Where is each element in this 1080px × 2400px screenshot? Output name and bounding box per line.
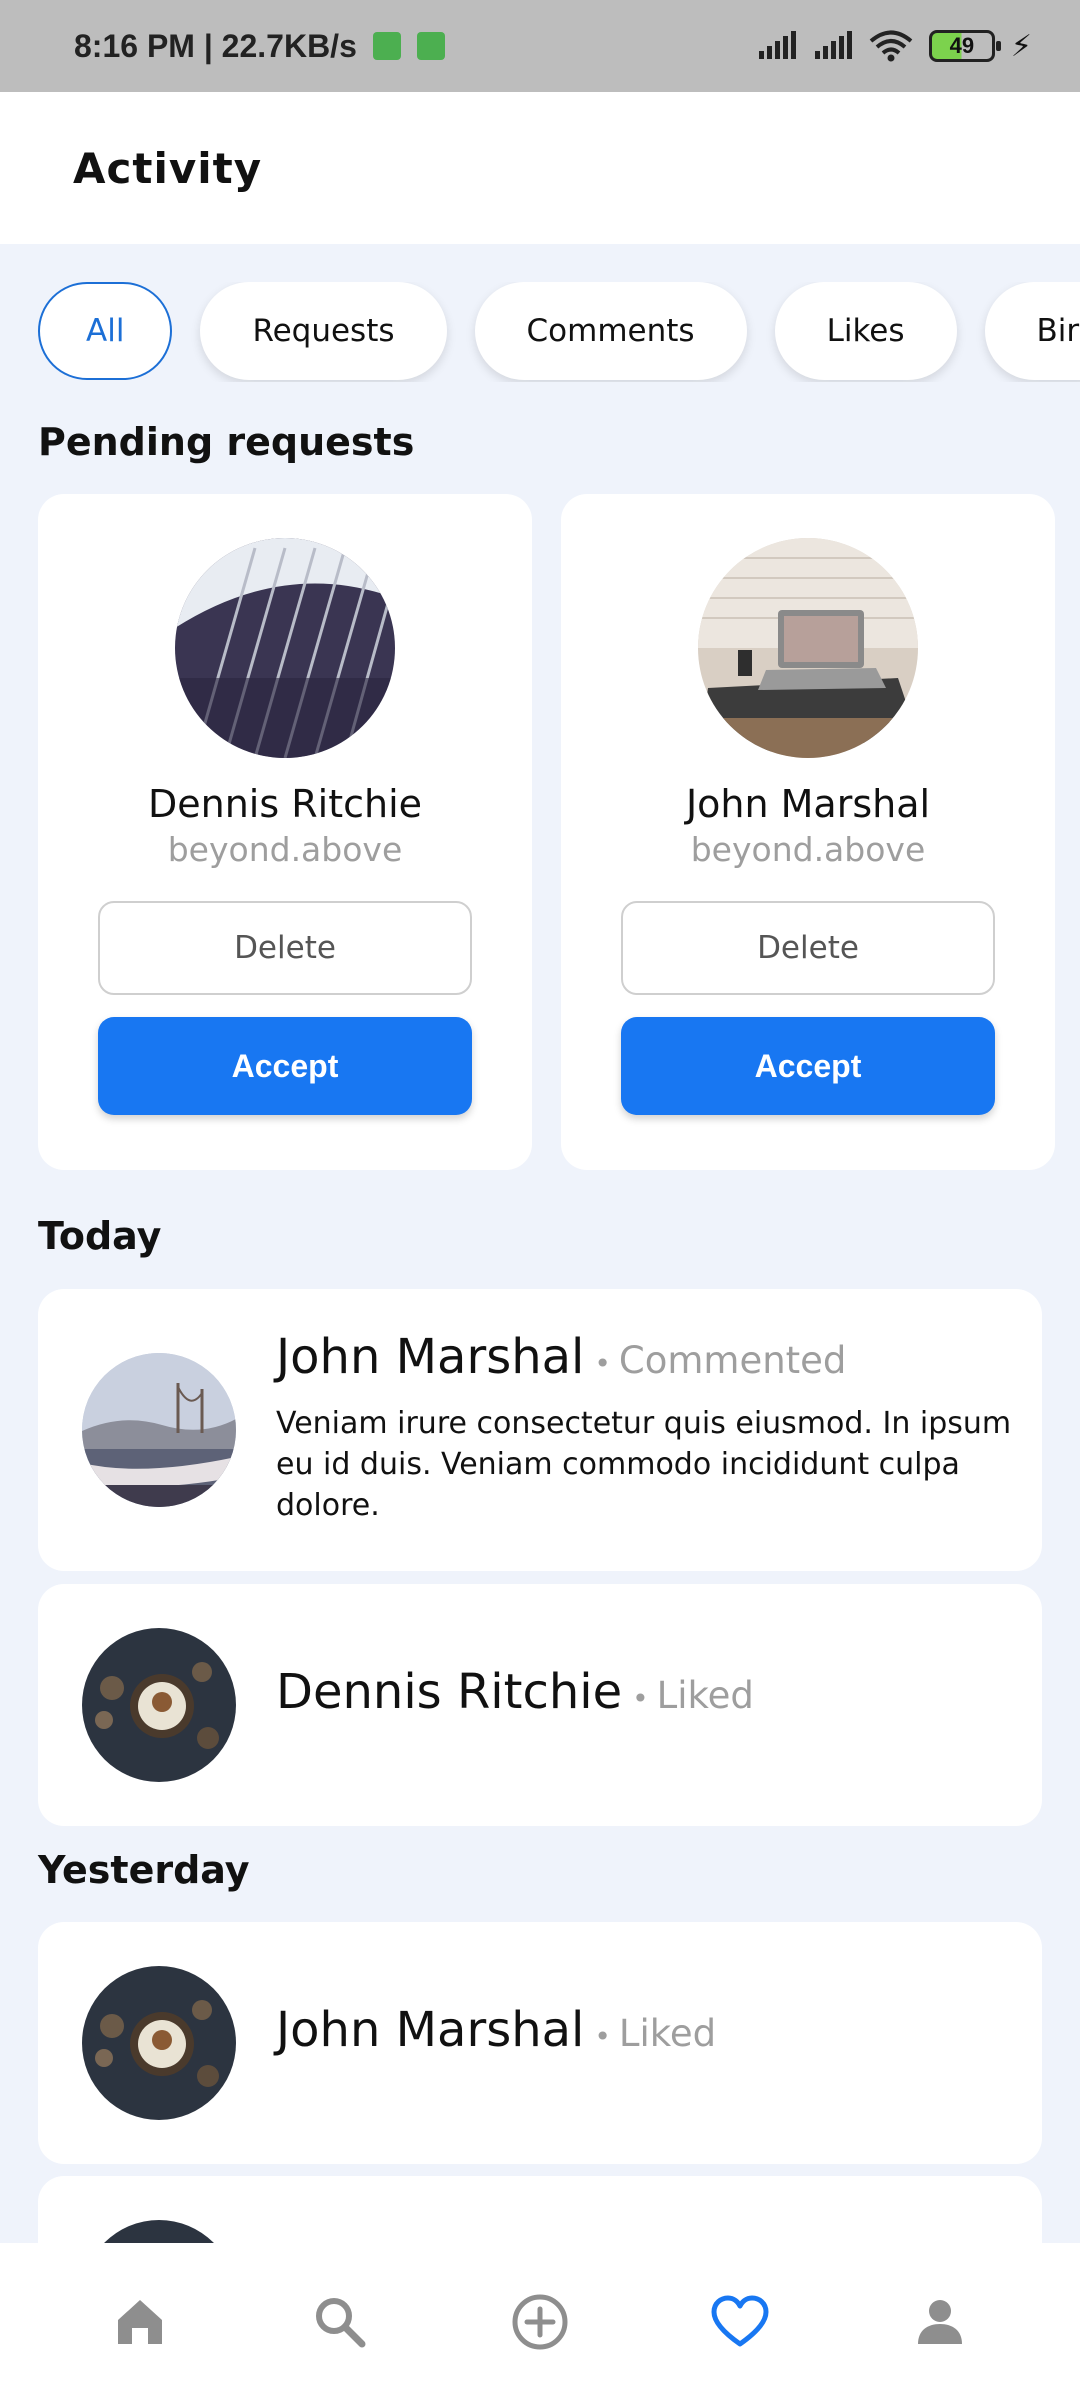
activity-user-name: Dennis Ritchie [276,1664,623,1720]
request-handle: beyond.above [167,830,403,869]
battery-icon: 49 [928,30,1001,62]
activity-item[interactable]: John Marshal • Commented Veniam irure co… [38,1289,1042,1571]
search-icon [316,2297,366,2347]
delete-button[interactable]: Delete [621,901,995,995]
signal-icon [758,31,796,59]
notification-app-icon [372,32,401,60]
heart-icon [711,2295,769,2346]
status-bar: 8:16 PM | 22.7KB/s 49 ⚡ [0,0,1080,92]
charging-icon: ⚡ [1010,28,1032,64]
status-time-speed: 8:16 PM | 22.7KB/s [74,27,357,64]
request-card: John Marshal beyond.above Delete Accept [561,494,1055,1170]
wifi-icon [869,30,913,62]
section-title-today: Today [38,1214,162,1258]
activity-item[interactable]: John Marshal • Liked [38,1922,1042,2164]
request-handle: beyond.above [690,830,926,869]
nav-search[interactable] [290,2272,390,2372]
filter-chip-requests[interactable]: Requests [200,282,447,380]
profile-icon [918,2299,962,2344]
activity-comment-text: Veniam irure consectetur quis eiusmod. I… [276,1406,1012,1523]
nav-profile[interactable] [890,2272,990,2372]
signal-icon [814,31,852,59]
filter-chip-birthdays[interactable]: Bir [984,282,1080,380]
separator-dot: • [632,1682,649,1715]
filter-chip-likes[interactable]: Likes [774,282,957,380]
activity-action: Liked [656,1674,754,1717]
accept-button[interactable]: Accept [98,1017,472,1115]
activity-user-name: John Marshal [276,2002,585,2058]
filter-chips: All Requests Comments Likes Bir [38,282,1080,382]
bottom-nav [0,2243,1080,2400]
request-card: Dennis Ritchie beyond.above Delete Accep… [38,494,532,1170]
activity-item[interactable]: Dennis Ritchie • Liked [38,1584,1042,1826]
delete-button[interactable]: Delete [98,901,472,995]
notification-app-icon [416,32,445,60]
add-circle-icon [512,2294,568,2349]
section-title-pending: Pending requests [38,420,415,464]
activity-user-name: John Marshal [276,1329,585,1385]
nav-activity[interactable] [690,2272,790,2372]
avatar[interactable] [698,538,918,758]
request-name: John Marshal [685,782,931,826]
app-header: Activity [0,92,1080,244]
nav-home[interactable] [90,2272,190,2372]
activity-header: Dennis Ritchie • Liked [276,1664,754,1720]
avatar[interactable] [82,1966,236,2120]
nav-add[interactable] [490,2272,590,2372]
activity-action: Commented [618,1339,847,1382]
avatar[interactable] [82,1353,236,1507]
filter-chip-all[interactable]: All [38,282,173,380]
accept-button[interactable]: Accept [621,1017,995,1115]
page-title: Activity [73,143,263,193]
activity-action: Liked [618,2012,717,2055]
home-icon [118,2299,162,2344]
activity-header: John Marshal • Commented [276,1329,846,1385]
separator-dot: • [594,2020,611,2053]
status-left: 8:16 PM | 22.7KB/s [74,28,445,65]
section-title-yesterday: Yesterday [38,1848,250,1892]
avatar[interactable] [175,538,395,758]
filter-chip-comments[interactable]: Comments [474,282,747,380]
request-name: Dennis Ritchie [147,782,422,826]
separator-dot: • [594,1347,611,1380]
avatar[interactable] [82,1628,236,1782]
status-right: 49 ⚡ [757,29,1032,64]
activity-header: John Marshal • Liked [276,2002,716,2058]
